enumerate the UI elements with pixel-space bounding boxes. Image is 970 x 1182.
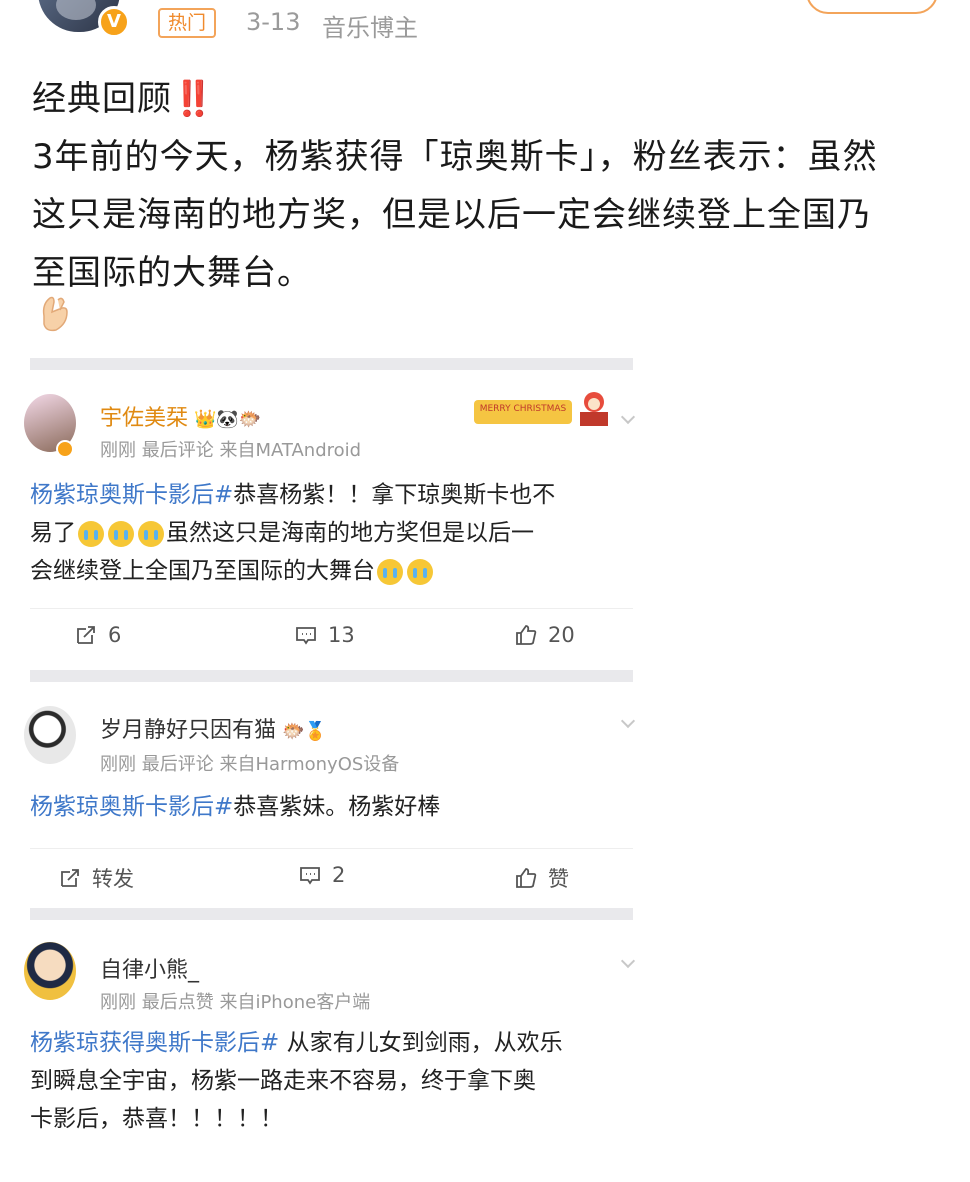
more-chevron-icon[interactable] [620,953,636,969]
thumbs-up-icon [516,625,537,645]
post-date: 3-13 [246,8,301,36]
verified-badge-icon: V [98,6,130,38]
badge-icons: 🐡🏅 [282,720,327,742]
finger-heart-icon [42,296,68,332]
topic-link[interactable]: 杨紫琼获得奥斯卡影后# [30,1030,279,1056]
crying-emoji-icon [407,558,433,585]
comment-body: 杨紫琼获得奥斯卡影后# 从家有儿女到剑雨，从欢乐 到瞬息全宇宙，杨紫一路走来不容… [30,1030,563,1132]
comment-card: 宇佐美栞 👑🐼🐡 MERRY CHRISTMAS 刚刚 最后评论 来自MATAnd… [24,370,636,670]
comment-card: 自律小熊_ 刚刚 最后点赞 来自iPhone客户端 杨紫琼获得奥斯卡影后# 从家… [24,920,636,1168]
comment-card: 岁月静好只因有猫 🐡🏅 刚刚 最后评论 来自HarmonyOS设备 杨紫琼奥斯卡影… [24,682,636,908]
hot-tag: 热门 [158,8,217,38]
repost-button[interactable]: 转发 [58,863,134,893]
post-line-3: 这只是海南的地方奖，但是以后一定会继续登上全国乃 [32,195,872,235]
repost-icon [77,626,95,644]
comments-screenshot: 宇佐美栞 👑🐼🐡 MERRY CHRISTMAS 刚刚 最后评论 来自MATAnd… [24,358,636,1168]
divider [30,908,633,920]
commenter-name[interactable]: 岁月静好只因有猫 🐡🏅 [100,712,327,744]
comment-body: 杨紫琼奥斯卡影后#恭喜杨紫！！拿下琼奥斯卡也不 易了 虽然这只是海南的地方奖但是以… [30,482,556,585]
commenter-avatar[interactable] [24,706,76,764]
banner-text: MERRY CHRISTMAS [480,404,567,414]
repost-icon [61,869,79,887]
topic-link[interactable]: 杨紫琼奥斯卡影后# [30,482,233,508]
comment-meta: 刚刚 最后点赞 来自iPhone客户端 [100,992,371,1013]
comment-body: 杨紫琼奥斯卡影后#恭喜紫妹。杨紫好棒 [30,794,441,820]
like-button[interactable]: 赞 [514,863,569,893]
author-role: 音乐博主 [322,14,418,42]
comment-button[interactable]: 2 [298,863,345,887]
commenter-name[interactable]: 宇佐美栞 👑🐼🐡 [100,400,261,432]
post-text: 经典回顾‼️ 3年前的今天，杨紫获得「琼奥斯卡」，粉丝表示：虽然 这只是海南的地… [32,70,942,302]
comment-meta: 刚刚 最后评论 来自MATAndroid [100,440,362,461]
follow-button[interactable] [806,0,938,14]
crying-emoji-icon [78,520,104,547]
more-chevron-icon[interactable] [620,713,636,729]
post-line-4: 至国际的大舞台。 [32,253,312,293]
more-chevron-icon[interactable] [620,409,636,425]
christmas-banner-icon: MERRY CHRISTMAS [474,392,608,426]
comment-meta: 刚刚 最后评论 来自HarmonyOS设备 [100,754,400,775]
thumbs-up-icon [516,868,537,888]
topic-link[interactable]: 杨紫琼奥斯卡影后# [30,794,233,820]
crying-emoji-icon [377,558,403,585]
repost-button[interactable]: 6 [74,623,121,647]
comment-icon [296,627,316,645]
post-line-2: 3年前的今天，杨紫获得「琼奥斯卡」，粉丝表示：虽然 [32,137,878,177]
commenter-avatar[interactable] [24,942,76,1000]
crying-emoji-icon [108,520,134,547]
comment-button[interactable]: 13 [294,623,355,647]
post-line-1: 经典回顾‼️ [32,79,216,119]
divider [30,358,633,370]
divider [30,670,633,682]
post-header: V 热门 3-13 音乐博主 [0,0,970,48]
comment-actions: 转发 2 赞 [30,848,633,904]
comment-actions: 6 13 20 [30,608,633,664]
like-button[interactable]: 20 [514,623,575,647]
verified-icon [56,440,74,458]
commenter-name[interactable]: 自律小熊_ [100,952,199,984]
comment-icon [300,867,320,885]
double-exclamation-icon: ‼️ [172,79,216,119]
crying-emoji-icon [138,520,164,547]
badge-icons: 👑🐼🐡 [194,408,262,430]
